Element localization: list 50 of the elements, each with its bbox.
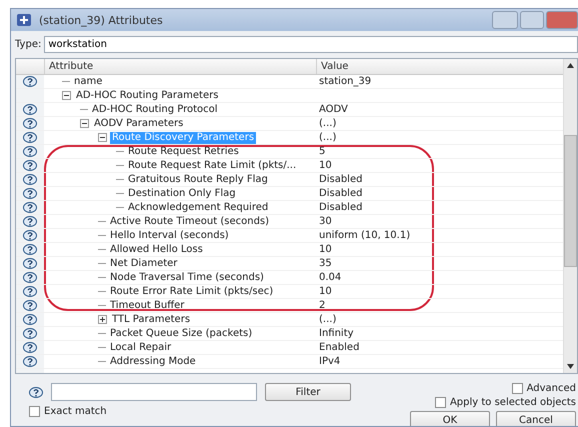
window-title: (station_39) Attributes (39, 14, 163, 26)
attribute-name[interactable]: Packet Queue Size (packets) (108, 328, 254, 340)
attribute-name[interactable]: Addressing Mode (108, 356, 198, 368)
column-header[interactable]: Attribute (44, 59, 316, 74)
attribute-name[interactable]: Allowed Hello Loss (108, 244, 205, 256)
attribute-value[interactable]: Disabled (319, 187, 362, 200)
attribute-name[interactable]: Route Request Retries (126, 146, 241, 158)
attribute-name[interactable]: AD-HOC Routing Protocol (90, 104, 220, 116)
checkbox-label: Apply to selected objects (450, 397, 576, 408)
attribute-value[interactable]: (...) (319, 131, 336, 144)
attribute-name[interactable]: Timeout Buffer (108, 300, 186, 312)
type-field[interactable]: workstation (44, 36, 578, 53)
attribute-value[interactable]: IPv4 (319, 355, 340, 368)
attribute-name[interactable]: TTL Parameters (110, 314, 192, 326)
attribute-value[interactable]: 10 (319, 159, 332, 172)
attribute-name[interactable]: Destination Only Flag (126, 188, 238, 200)
checkbox-label: Advanced (526, 383, 576, 394)
attribute-value[interactable]: 5 (319, 145, 326, 158)
checkbox-label: Exact match (44, 406, 107, 417)
attribute-name[interactable]: Route Request Rate Limit (pkts/... (126, 160, 298, 172)
type-label: Type: (15, 39, 42, 50)
attribute-name[interactable]: name (72, 76, 104, 88)
attribute-value[interactable]: uniform (10, 10.1) (319, 229, 410, 242)
attribute-value[interactable]: (...) (319, 313, 336, 326)
attribute-name[interactable]: AD-HOC Routing Parameters (74, 90, 220, 102)
attribute-name[interactable]: Route Error Rate Limit (pkts/sec) (108, 286, 276, 298)
attribute-name[interactable]: Net Diameter (108, 258, 180, 270)
attribute-name[interactable]: Local Repair (108, 342, 174, 354)
attribute-value[interactable]: Enabled (319, 341, 360, 354)
dialog-button[interactable]: Cancel (496, 411, 576, 426)
attribute-name[interactable]: Active Route Timeout (seconds) (108, 216, 272, 228)
attribute-value[interactable]: 10 (319, 285, 332, 298)
attribute-name[interactable]: Acknowledgement Required (126, 202, 270, 214)
attribute-value[interactable]: 0.04 (319, 271, 342, 284)
attribute-value[interactable]: Disabled (319, 201, 362, 214)
attribute-name[interactable]: Node Traversal Time (seconds) (108, 272, 266, 284)
dialog-button[interactable]: OK (410, 411, 490, 426)
filter-button[interactable]: Filter (265, 383, 351, 401)
attribute-value[interactable]: 35 (319, 257, 332, 270)
attribute-value[interactable]: Infinity (319, 327, 354, 340)
attribute-name[interactable]: Hello Interval (seconds) (108, 230, 231, 242)
attribute-value[interactable]: 30 (319, 215, 332, 228)
attribute-name[interactable]: Gratuitous Route Reply Flag (126, 174, 270, 186)
attribute-value[interactable]: Disabled (319, 173, 362, 186)
attribute-value[interactable]: (...) (319, 117, 336, 130)
attribute-value[interactable]: AODV (319, 103, 348, 116)
attribute-name[interactable]: AODV Parameters (92, 118, 186, 130)
attribute-value[interactable]: 10 (319, 243, 332, 256)
attribute-value[interactable]: 2 (319, 299, 326, 312)
attribute-value[interactable]: station_39 (319, 75, 372, 88)
